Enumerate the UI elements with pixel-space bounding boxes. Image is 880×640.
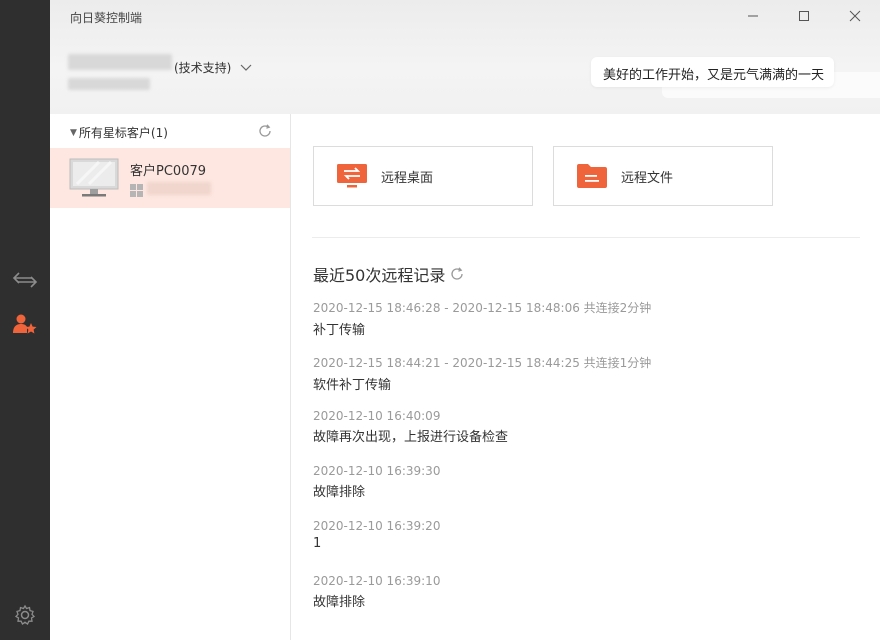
side-rail [0, 0, 50, 640]
header: 向日葵控制端 (技术支持) 美好的工作开始，又是元气满满的一天 [50, 0, 880, 114]
client-group-header[interactable]: ▼ 所有星标客户(1) [70, 124, 168, 141]
refresh-records-icon[interactable] [450, 267, 464, 281]
nav-starred-clients[interactable] [0, 309, 50, 339]
account-redacted [68, 78, 150, 90]
close-icon [849, 10, 861, 22]
client-group-label: 所有星标客户(1) [78, 126, 168, 140]
maximize-button[interactable] [790, 4, 818, 28]
maximize-icon [799, 11, 809, 21]
client-list-panel: ▼ 所有星标客户(1) 客户PC0079 [50, 114, 291, 640]
record-desc: 补丁传输 [313, 323, 366, 338]
remote-desktop-label: 远程桌面 [381, 170, 434, 186]
user-star-icon [13, 314, 37, 334]
record-desc: 故障再次出现，上报进行设备检查 [313, 430, 509, 445]
monitor-icon [69, 158, 119, 197]
folder-icon [576, 162, 608, 190]
minimize-button[interactable] [739, 4, 767, 28]
record-item: 2020-12-10 16:39:30 故障排除 [313, 464, 440, 500]
minimize-icon [748, 15, 758, 17]
record-time: 2020-12-10 16:40:09 [313, 409, 441, 423]
daily-greeting: 美好的工作开始，又是元气满满的一天 [591, 57, 834, 87]
client-name: 客户PC0079 [130, 164, 207, 179]
chevron-down-icon [240, 64, 252, 71]
record-desc: 软件补丁传输 [313, 378, 392, 393]
refresh-icon [259, 124, 271, 137]
record-desc: 1 [313, 536, 322, 551]
record-item: 2020-12-15 18:44:21 - 2020-12-15 18:44:2… [313, 354, 651, 393]
record-desc: 故障排除 [313, 485, 366, 500]
record-time: 2020-12-15 18:44:21 - 2020-12-15 18:44:2… [313, 356, 652, 370]
refresh-clients-button[interactable] [258, 123, 272, 142]
divider [312, 237, 860, 238]
remote-file-button[interactable]: 远程文件 [553, 146, 773, 206]
client-item[interactable]: 客户PC0079 [50, 148, 290, 208]
remote-file-label: 远程文件 [621, 170, 674, 186]
record-item: 2020-12-10 16:40:09 故障再次出现，上报进行设备检查 [313, 409, 508, 445]
records-title: 最近50次远程记录 [313, 262, 464, 286]
record-time: 2020-12-10 16:39:30 [313, 464, 441, 478]
record-item: 2020-12-10 16:39:10 故障排除 [313, 574, 440, 610]
nav-remote-assist[interactable] [0, 265, 50, 295]
record-time: 2020-12-10 16:39:10 [313, 574, 441, 588]
client-id-redacted [147, 182, 211, 195]
close-button[interactable] [841, 4, 869, 28]
record-desc: 故障排除 [313, 595, 366, 610]
records-title-text: 最近50次远程记录 [313, 266, 446, 285]
record-time: 2020-12-15 18:46:28 - 2020-12-15 18:48:0… [313, 301, 652, 315]
remote-desktop-button[interactable]: 远程桌面 [313, 146, 533, 206]
record-item: 2020-12-15 18:46:28 - 2020-12-15 18:48:0… [313, 299, 651, 338]
app-title: 向日葵控制端 [70, 11, 143, 25]
gear-icon [14, 604, 36, 625]
swap-arrows-icon [12, 272, 38, 288]
main-panel: 远程桌面 远程文件 最近50次远程记录 2020-12-15 18:46:28 … [292, 114, 880, 640]
windows-icon [130, 182, 143, 201]
record-item: 2020-12-10 16:39:20 1 [313, 519, 440, 551]
caret-down-icon: ▼ [70, 127, 77, 138]
remote-desktop-icon [336, 162, 368, 190]
nav-settings[interactable] [0, 600, 50, 630]
username-redacted [68, 54, 172, 70]
user-role: (技术支持) [174, 61, 232, 75]
account-dropdown[interactable] [240, 58, 252, 77]
record-time: 2020-12-10 16:39:20 [313, 519, 441, 533]
